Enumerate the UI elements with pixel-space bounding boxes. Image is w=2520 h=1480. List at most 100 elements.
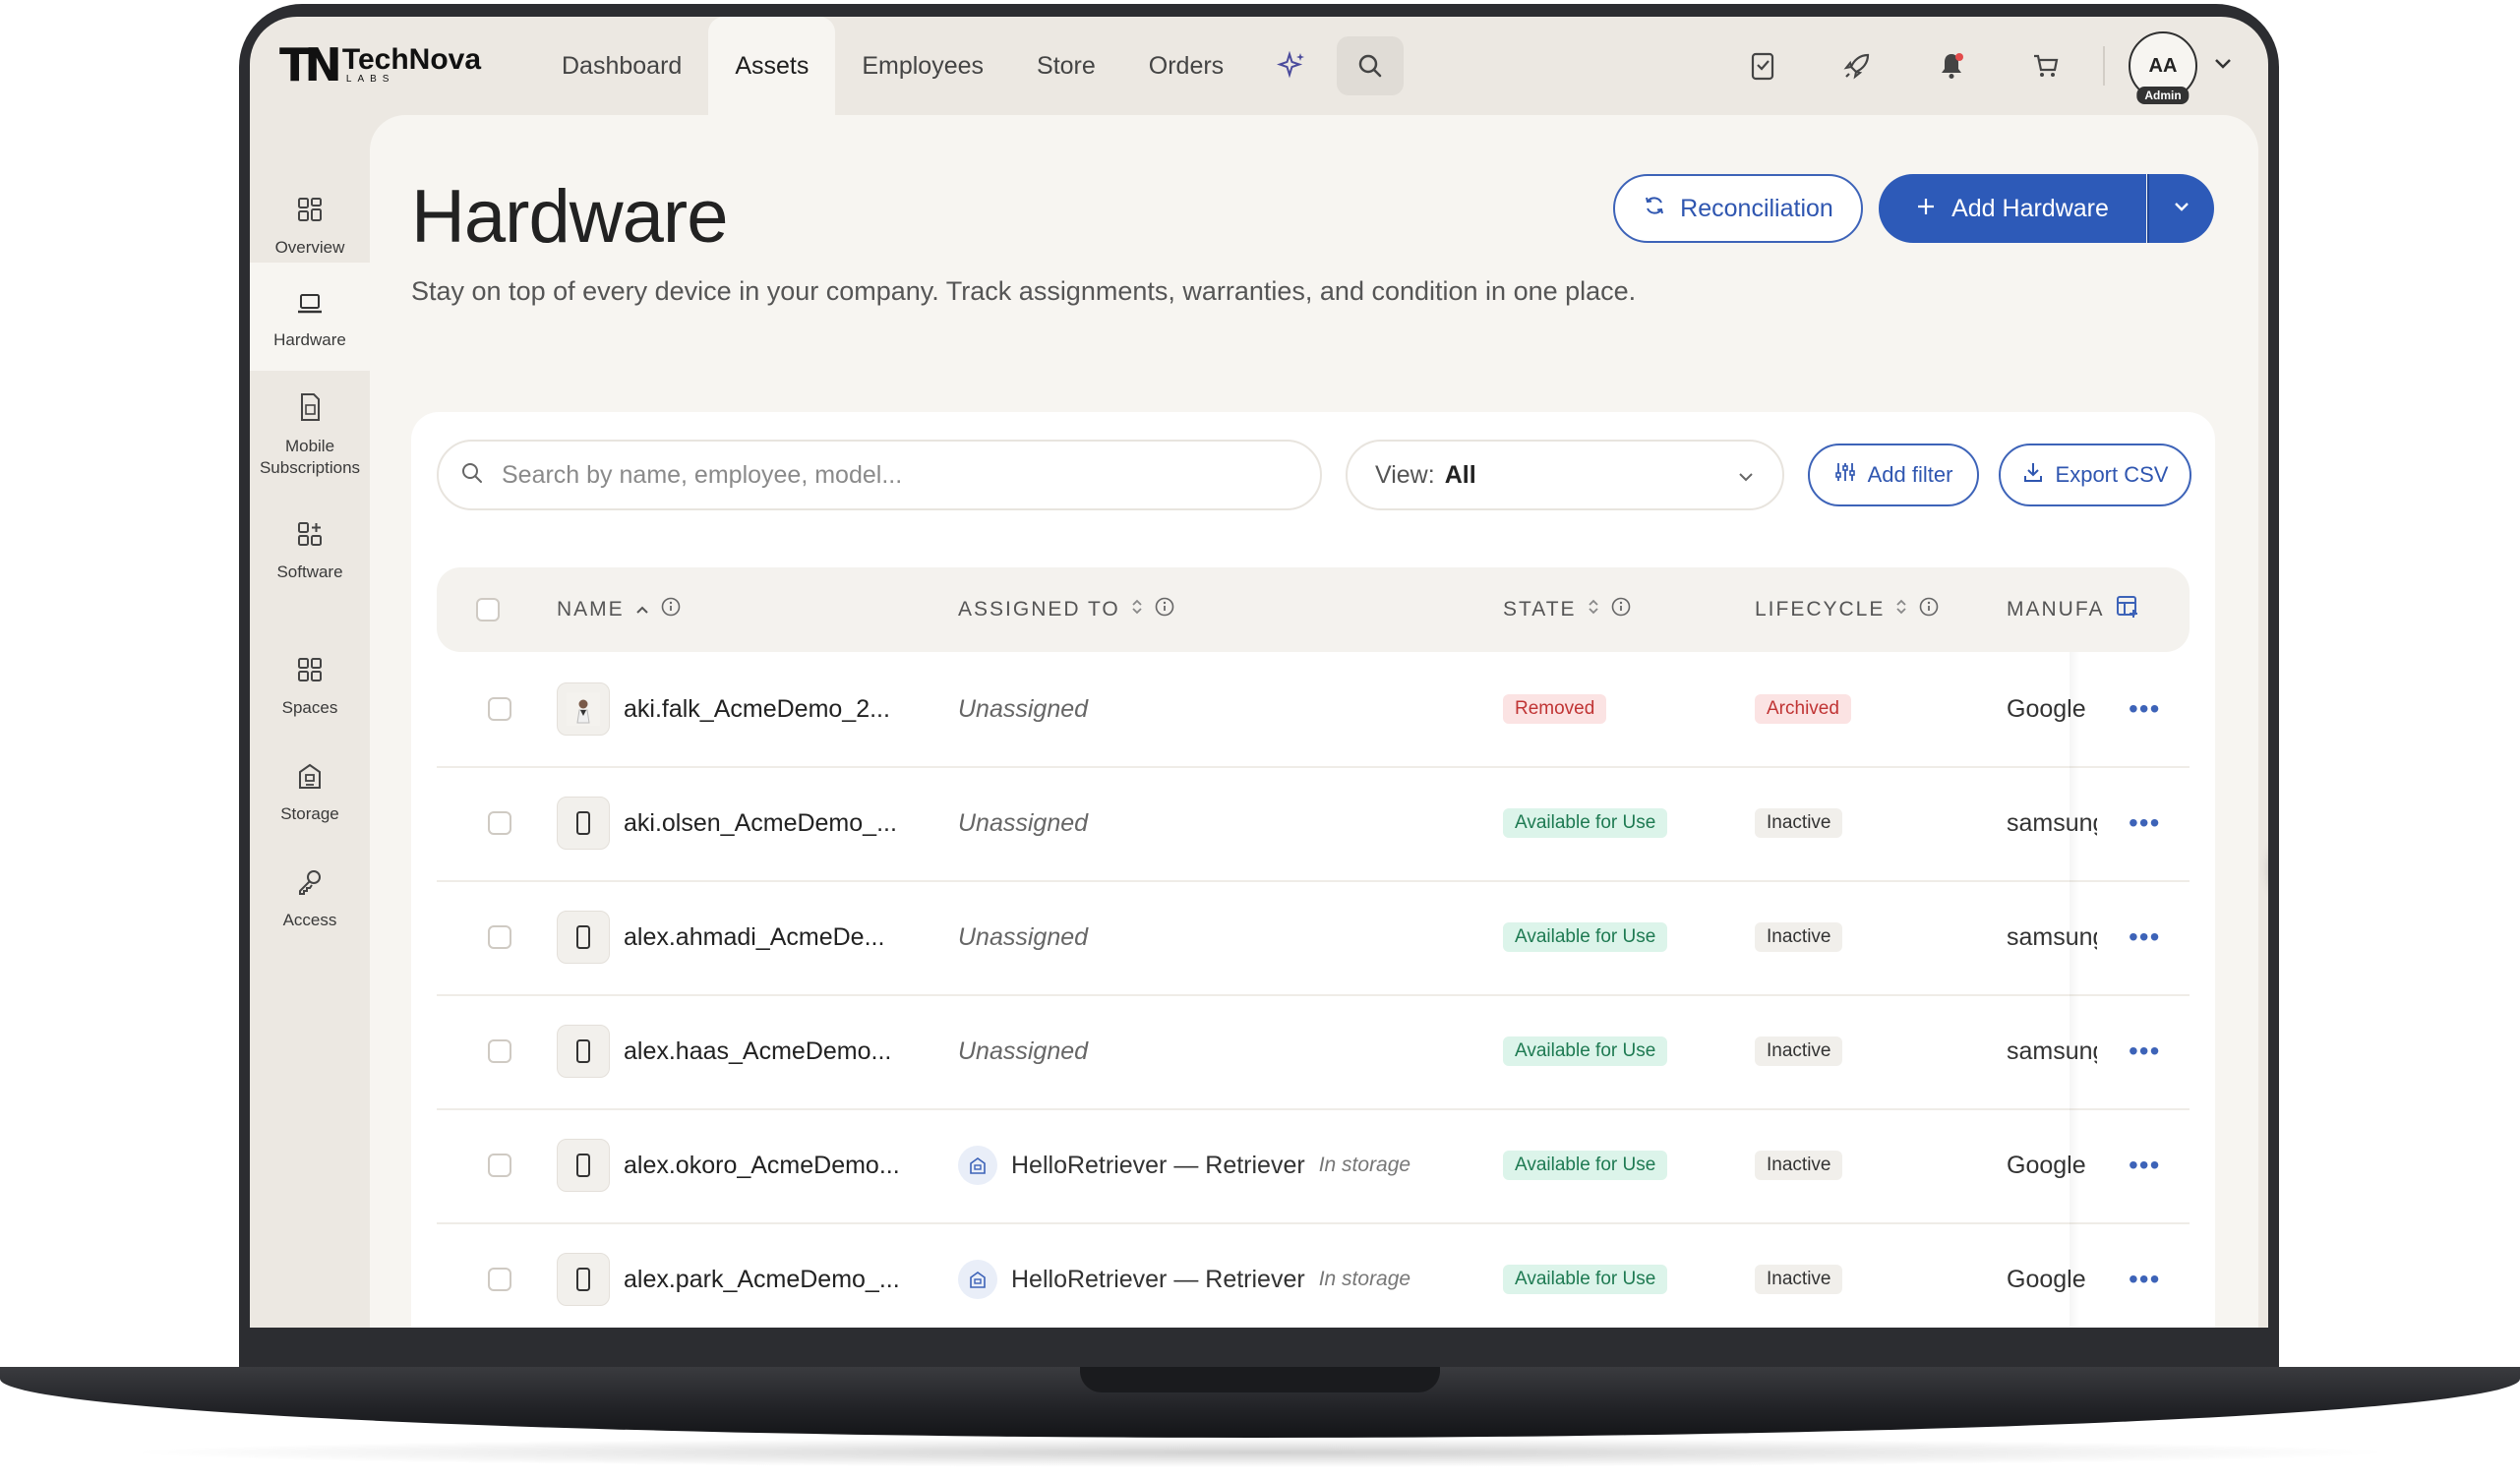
view-label: View: — [1375, 460, 1435, 489]
table-row[interactable]: alex.haas_AcmeDemo... Unassigned Available… — [437, 994, 2190, 1110]
sidebar-item-software[interactable]: Software — [250, 520, 370, 583]
assignee-name[interactable]: HelloRetriever — Retriever — [1011, 1152, 1305, 1180]
lifecycle-badge: Archived — [1755, 694, 1851, 724]
info-icon[interactable] — [1154, 596, 1175, 623]
device-name[interactable]: aki.falk_AcmeDemo_2... — [624, 695, 890, 724]
phone-icon — [557, 797, 610, 850]
laptop-shadow — [118, 1438, 2402, 1467]
column-header-name[interactable]: NAME — [557, 567, 682, 652]
column-header-manufacturer[interactable]: MANUFA — [2007, 567, 2140, 652]
column-header-state[interactable]: STATE — [1503, 567, 1632, 652]
column-settings-icon[interactable] — [2115, 594, 2140, 625]
apps-icon — [296, 520, 324, 554]
nav-assets[interactable]: Assets — [708, 17, 836, 115]
device-name[interactable]: aki.olsen_AcmeDemo_... — [624, 809, 897, 838]
table-row[interactable]: aki.olsen_AcmeDemo_... Unassigned Availabl… — [437, 766, 2190, 882]
column-header-lifecycle[interactable]: LIFECYCLE — [1755, 567, 1940, 652]
select-all-checkbox[interactable] — [476, 598, 500, 622]
info-icon[interactable] — [660, 596, 682, 623]
sidebar-item-access[interactable]: Access — [250, 868, 370, 931]
download-icon — [2022, 461, 2044, 489]
main-content: Hardware Stay on top of every device in … — [370, 115, 2258, 1328]
sort-icon — [1894, 597, 1908, 622]
column-label: LIFECYCLE — [1755, 598, 1886, 621]
more-options-icon[interactable]: ••• — [2129, 1264, 2160, 1295]
row-checkbox[interactable] — [488, 1039, 511, 1063]
page-title: Hardware — [411, 175, 728, 259]
search-field[interactable] — [437, 440, 1322, 510]
table-header: NAME ASSIGNED TO STATE LIFECYCLE MANUFA — [437, 567, 2190, 652]
sort-icon — [1130, 597, 1144, 622]
column-label: NAME — [557, 598, 625, 621]
table-row[interactable]: aki.falk_AcmeDemo_2... Unassigned Removed A… — [437, 652, 2190, 768]
nav-dashboard[interactable]: Dashboard — [535, 17, 708, 115]
add-hardware-dropdown-button[interactable] — [2147, 174, 2214, 243]
sidebar-item-label: Hardware — [273, 330, 346, 350]
row-checkbox[interactable] — [488, 811, 511, 835]
sidebar-item-storage[interactable]: Storage — [250, 762, 370, 825]
phone-icon — [557, 911, 610, 964]
table-row[interactable]: alex.park_AcmeDemo_... HelloRetriever — R… — [437, 1222, 2190, 1328]
table-row[interactable]: alex.okoro_AcmeDemo... HelloRetriever — R… — [437, 1108, 2190, 1224]
rocket-icon[interactable] — [1810, 17, 1904, 115]
view-select[interactable]: View: All — [1346, 440, 1784, 510]
nav-store[interactable]: Store — [1010, 17, 1122, 115]
sort-ascending-icon — [634, 598, 650, 622]
sidebar-item-overview[interactable]: Overview — [250, 196, 370, 259]
laptop-notch — [1080, 1367, 1440, 1392]
lifecycle-badge: Inactive — [1755, 1265, 1843, 1294]
assignee-name[interactable]: HelloRetriever — Retriever — [1011, 1266, 1305, 1294]
admin-badge: Admin — [2136, 87, 2190, 104]
search-input[interactable] — [500, 459, 1271, 491]
bell-icon[interactable] — [1904, 17, 1999, 115]
nav-employees[interactable]: Employees — [835, 17, 1010, 115]
more-options-icon[interactable]: ••• — [2129, 921, 2160, 953]
sidebar-item-hardware[interactable]: Hardware — [250, 292, 370, 351]
avatar-initials: AA — [2148, 54, 2178, 77]
table-row[interactable]: alex.ahmadi_AcmeDe... Unassigned Available… — [437, 880, 2190, 996]
add-hardware-label: Add Hardware — [1951, 194, 2109, 222]
filter-sliders-icon — [1834, 461, 1856, 489]
more-options-icon[interactable]: ••• — [2129, 807, 2160, 839]
sidebar-item-mobile-subscriptions[interactable]: Mobile Subscriptions — [250, 392, 370, 479]
row-checkbox[interactable] — [488, 925, 511, 949]
add-filter-button[interactable]: Add filter — [1808, 444, 1979, 506]
logo-mark: TN — [279, 38, 342, 91]
reconciliation-button[interactable]: Reconciliation — [1613, 174, 1863, 243]
device-name[interactable]: alex.ahmadi_AcmeDe... — [624, 923, 884, 952]
manufacturer: samsung — [2007, 1036, 2097, 1065]
assignee-unassigned: Unassigned — [958, 922, 1089, 951]
more-options-icon[interactable]: ••• — [2129, 1150, 2160, 1181]
row-checkbox[interactable] — [488, 1268, 511, 1291]
chevron-down-icon[interactable] — [2213, 57, 2233, 76]
avatar[interactable]: AA Admin — [2129, 31, 2197, 104]
manufacturer: Google — [2007, 1265, 2086, 1293]
clipboard-check-icon[interactable] — [1715, 17, 1810, 115]
device-name[interactable]: alex.haas_AcmeDemo... — [624, 1037, 891, 1066]
sidebar-item-label: Spaces — [281, 698, 338, 718]
export-csv-button[interactable]: Export CSV — [1999, 444, 2191, 506]
logo[interactable]: TN TechNova LABS — [279, 38, 481, 91]
add-hardware-button[interactable]: Add Hardware — [1879, 174, 2146, 243]
row-checkbox[interactable] — [488, 1154, 511, 1177]
more-options-icon[interactable]: ••• — [2129, 693, 2160, 725]
sidebar-item-label: Software — [276, 562, 343, 582]
info-icon[interactable] — [1918, 596, 1940, 623]
reconciliation-label: Reconciliation — [1680, 194, 1833, 222]
device-name[interactable]: alex.okoro_AcmeDemo... — [624, 1152, 900, 1180]
info-icon[interactable] — [1610, 596, 1632, 623]
more-options-icon[interactable]: ••• — [2129, 1036, 2160, 1067]
cart-icon[interactable] — [1999, 17, 2093, 115]
sidebar-item-spaces[interactable]: Spaces — [250, 656, 370, 719]
device-name[interactable]: alex.park_AcmeDemo_... — [624, 1266, 900, 1294]
sparkle-icon[interactable] — [1250, 17, 1333, 115]
hardware-table-card: View: All Add filter Export CSV NAME — [411, 412, 2215, 1328]
storage-building-icon — [958, 1146, 997, 1185]
sticky-column-shadow — [2070, 1108, 2079, 1222]
grid-icon — [296, 196, 324, 229]
nav-orders[interactable]: Orders — [1122, 17, 1250, 115]
search-icon[interactable] — [1337, 36, 1404, 95]
row-checkbox[interactable] — [488, 697, 511, 721]
column-header-assigned-to[interactable]: ASSIGNED TO — [958, 567, 1175, 652]
key-icon — [296, 868, 324, 902]
